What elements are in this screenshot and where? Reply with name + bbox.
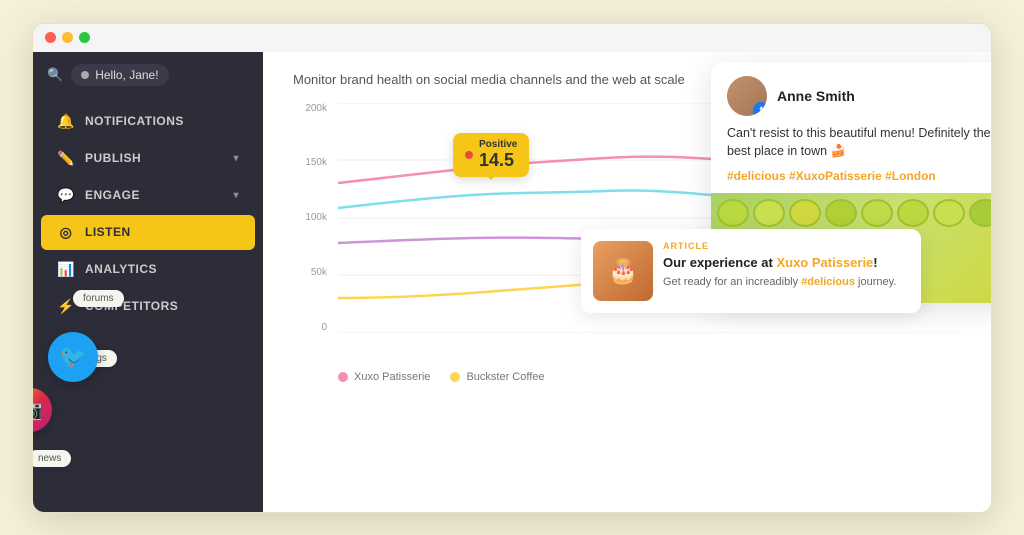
- legend-buckster: Buckster Coffee: [450, 371, 544, 383]
- engage-arrow: ▾: [233, 190, 239, 201]
- notifications-label: NOTIFICATIONS: [85, 114, 184, 128]
- macaron-5: [861, 199, 893, 227]
- maximize-dot[interactable]: [79, 32, 90, 43]
- article-desc-suffix: journey.: [855, 276, 896, 288]
- user-avatar-dot: [81, 71, 89, 79]
- post-header: f Anne Smith: [711, 62, 991, 124]
- listen-icon: ◎: [57, 224, 75, 241]
- y-label-150k: 150k: [305, 157, 327, 168]
- article-content: ARTICLE Our experience at Xuxo Patisseri…: [663, 241, 909, 301]
- post-body: Can't resist to this beautiful menu! Def…: [711, 124, 991, 170]
- macaron-4: [825, 199, 857, 227]
- analytics-icon: 📊: [57, 261, 75, 278]
- legend-label-buckster: Buckster Coffee: [466, 371, 544, 383]
- engage-icon: 💬: [57, 187, 75, 204]
- engage-label: ENGAGE: [85, 188, 140, 202]
- positive-tooltip: Positive 14.5: [453, 133, 529, 177]
- notifications-icon: 🔔: [57, 113, 75, 130]
- article-title-suffix: !: [873, 255, 877, 270]
- post-author: Anne Smith: [777, 88, 855, 104]
- analytics-label: ANALYTICS: [85, 262, 157, 276]
- article-thumb-icon: 🎂: [608, 257, 638, 286]
- legend-label-xuxo: Xuxo Patisserie: [354, 371, 430, 383]
- publish-icon: ✏️: [57, 150, 75, 167]
- post-text: Can't resist to this beautiful menu! Def…: [727, 126, 991, 159]
- y-label-50k: 50k: [311, 267, 327, 278]
- main-content: Monitor brand health on social media cha…: [263, 52, 991, 512]
- article-description: Get ready for an increadibly #delicious …: [663, 276, 909, 288]
- macaron-8: [969, 199, 991, 227]
- sidebar-item-publish[interactable]: ✏️ PUBLISH ▾: [41, 141, 255, 176]
- post-hashtags: #delicious #XuxoPatisserie #London: [711, 169, 991, 193]
- right-panel: f Anne Smith Can't resist to this beauti…: [711, 62, 991, 304]
- article-title-highlight: Xuxo Patisserie: [776, 255, 873, 270]
- tooltip-label: Positive: [479, 139, 517, 150]
- forums-label: forums: [73, 290, 124, 307]
- article-title-prefix: Our experience at: [663, 255, 776, 270]
- instagram-bubble[interactable]: 📷: [33, 388, 52, 432]
- article-label: ARTICLE: [663, 241, 909, 251]
- instagram-icon: 📷: [33, 397, 42, 422]
- tooltip-dot: [465, 151, 473, 159]
- article-card: 🎂 ARTICLE Our experience at Xuxo Patisse…: [581, 229, 921, 313]
- facebook-badge: f: [753, 102, 767, 116]
- legend-dot-buckster: [450, 372, 460, 382]
- news-label: news: [33, 450, 71, 467]
- browser-window: 🔍 Hello, Jane! 🔔 NOTIFICATIONS ✏️ PUBLIS…: [32, 23, 992, 513]
- tooltip-value: 14.5: [479, 150, 517, 171]
- article-title: Our experience at Xuxo Patisserie!: [663, 255, 909, 272]
- app-body: 🔍 Hello, Jane! 🔔 NOTIFICATIONS ✏️ PUBLIS…: [33, 52, 991, 512]
- article-desc-prefix: Get ready for an increadibly: [663, 276, 801, 288]
- y-axis: 200k 150k 100k 50k 0: [293, 103, 333, 333]
- macaron-2: [753, 199, 785, 227]
- twitter-icon: 🐦: [59, 344, 86, 370]
- user-greeting: Hello, Jane!: [71, 64, 168, 86]
- macaron-6: [897, 199, 929, 227]
- sidebar-item-engage[interactable]: 💬 ENGAGE ▾: [41, 178, 255, 213]
- sidebar-item-analytics[interactable]: 📊 ANALYTICS: [41, 252, 255, 287]
- sidebar-nav: 🔔 NOTIFICATIONS ✏️ PUBLISH ▾ 💬 ENGAGE ▾ …: [33, 98, 263, 330]
- y-label-100k: 100k: [305, 212, 327, 223]
- sidebar-item-notifications[interactable]: 🔔 NOTIFICATIONS: [41, 104, 255, 139]
- article-desc-highlight: #delicious: [801, 276, 855, 288]
- sidebar: 🔍 Hello, Jane! 🔔 NOTIFICATIONS ✏️ PUBLIS…: [33, 52, 263, 512]
- legend-dot-xuxo: [338, 372, 348, 382]
- macaron-7: [933, 199, 965, 227]
- publish-arrow: ▾: [233, 153, 239, 164]
- title-bar: [33, 24, 991, 52]
- greeting-text: Hello, Jane!: [95, 68, 158, 82]
- macaron-3: [789, 199, 821, 227]
- macaron-1: [717, 199, 749, 227]
- search-icon[interactable]: 🔍: [47, 67, 63, 83]
- y-label-200k: 200k: [305, 103, 327, 114]
- sidebar-item-listen[interactable]: ◎ LISTEN: [41, 215, 255, 250]
- twitter-bubble[interactable]: 🐦: [48, 332, 98, 382]
- article-thumbnail: 🎂: [593, 241, 653, 301]
- publish-label: PUBLISH: [85, 151, 141, 165]
- listen-label: LISTEN: [85, 225, 131, 239]
- post-avatar: f: [727, 76, 767, 116]
- chart-legend: Xuxo Patisserie Buckster Coffee: [293, 363, 961, 391]
- legend-xuxo: Xuxo Patisserie: [338, 371, 430, 383]
- sidebar-header: 🔍 Hello, Jane!: [33, 52, 263, 98]
- minimize-dot[interactable]: [62, 32, 73, 43]
- close-dot[interactable]: [45, 32, 56, 43]
- y-label-0: 0: [321, 322, 327, 333]
